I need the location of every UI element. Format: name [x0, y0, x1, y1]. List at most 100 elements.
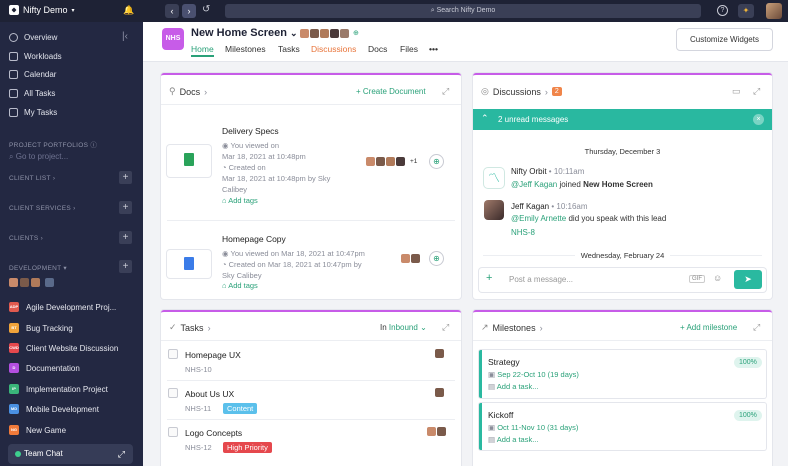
expand-icon[interactable]: ⤢: [753, 86, 760, 97]
add-project-button[interactable]: +: [119, 201, 132, 214]
add-project-button[interactable]: +: [119, 171, 132, 184]
user-avatar[interactable]: [766, 3, 782, 19]
create-document-button[interactable]: + Create Document: [356, 87, 426, 96]
project-mobile-development[interactable]: MD Mobile Development: [9, 404, 99, 414]
avatar: [9, 278, 18, 287]
add-project-button[interactable]: +: [119, 260, 132, 273]
project-documentation[interactable]: D Documentation: [9, 363, 80, 373]
task-checkbox[interactable]: [168, 388, 178, 398]
tab-files[interactable]: Files: [400, 44, 418, 54]
sidebar-item-calendar[interactable]: Calendar: [9, 70, 56, 79]
task-name[interactable]: About Us UX: [185, 389, 234, 399]
add-task-link[interactable]: ▤ Add a task...: [488, 435, 538, 444]
task-filter-dropdown[interactable]: In Inbound ⌄: [380, 323, 427, 332]
more-tabs-icon[interactable]: •••: [429, 44, 438, 54]
collapse-sidebar-icon[interactable]: |‹: [122, 31, 128, 42]
assignee-avatars[interactable]: [427, 427, 447, 436]
avatar: [330, 29, 339, 38]
docs-header[interactable]: ⚲ Docs ›: [169, 86, 207, 97]
mention-link[interactable]: @Jeff Kagan: [511, 180, 557, 189]
sidebar-item-workloads[interactable]: Workloads: [9, 52, 62, 61]
unread-messages-bar[interactable]: ⌃ 2 unread messages ×: [473, 109, 772, 130]
add-user-button[interactable]: ⊕: [429, 251, 444, 266]
sidebar-item-my-tasks[interactable]: My Tasks: [9, 108, 57, 117]
task-name[interactable]: Logo Concepts: [185, 428, 242, 438]
project-agile-development[interactable]: ADP Agile Development Proj...: [9, 302, 116, 312]
history-icon[interactable]: ↺: [202, 4, 210, 15]
task-checkbox[interactable]: [168, 427, 178, 437]
group-development[interactable]: DEVELOPMENT ▾: [9, 264, 67, 272]
add-project-button[interactable]: +: [119, 231, 132, 244]
notifications-badge-icon[interactable]: ✦: [738, 4, 754, 18]
attach-plus-icon[interactable]: +: [486, 272, 492, 284]
group-client-services[interactable]: CLIENT SERVICES ›: [9, 205, 76, 212]
send-button[interactable]: ➤: [734, 270, 762, 289]
team-chat-button[interactable]: Team Chat ⤢: [8, 444, 133, 464]
tab-home[interactable]: Home: [191, 44, 214, 57]
portfolios-heading: PROJECT PORTFOLIOS ⓘ: [9, 142, 98, 149]
task-tag[interactable]: High Priority: [223, 442, 272, 453]
add-tags-link[interactable]: ⌂ Add tags: [222, 196, 258, 205]
list-icon: ▤: [488, 435, 496, 444]
tab-milestones[interactable]: Milestones: [225, 44, 266, 54]
add-user-button[interactable]: ⊕: [429, 154, 444, 169]
milestones-header[interactable]: ↗ Milestones ›: [481, 322, 543, 333]
expand-icon[interactable]: ⤢: [118, 444, 125, 464]
list-icon: [9, 89, 18, 98]
tab-discussions[interactable]: Discussions: [311, 44, 356, 54]
mention-link[interactable]: @Emily Arnette: [511, 214, 566, 223]
video-call-icon[interactable]: ▭: [732, 86, 741, 97]
add-tags-link[interactable]: ⌂ Add tags: [222, 281, 258, 290]
sidebar-item-all-tasks[interactable]: All Tasks: [9, 89, 55, 98]
page-title[interactable]: New Home Screen ⌄: [191, 27, 298, 39]
doc-thumbnail[interactable]: [167, 250, 211, 278]
help-icon[interactable]: ?: [717, 5, 728, 16]
search-input[interactable]: ⌕ Search Nifty Demo: [225, 4, 701, 18]
emoji-icon[interactable]: ☺: [713, 273, 722, 283]
close-icon[interactable]: ×: [753, 114, 764, 125]
assignee-avatar[interactable]: [435, 349, 444, 358]
divider: [161, 104, 461, 105]
task-checkbox[interactable]: [168, 349, 178, 359]
project-client-website-discussion[interactable]: CWD Client Website Discussion: [9, 343, 118, 353]
tab-tasks[interactable]: Tasks: [278, 44, 300, 54]
task-reference-link[interactable]: NHS-8: [511, 228, 535, 237]
assignee-avatar[interactable]: [435, 388, 444, 397]
bell-icon[interactable]: 🔔: [123, 5, 134, 16]
project-implementation[interactable]: IP Implementation Project: [9, 384, 108, 394]
gif-button[interactable]: GIF: [689, 275, 705, 283]
doc-thumbnail[interactable]: [167, 145, 211, 177]
expand-icon[interactable]: ⤢: [442, 322, 449, 333]
doc-title[interactable]: Homepage Copy: [222, 234, 286, 244]
tasks-header[interactable]: ✓ Tasks ›: [169, 322, 211, 333]
chevron-down-icon: ⌄: [420, 323, 427, 332]
task-tag[interactable]: Content: [223, 403, 258, 414]
help-icon[interactable]: ⓘ: [90, 142, 97, 149]
add-milestone-button[interactable]: + Add milestone: [680, 323, 737, 332]
forward-button[interactable]: ›: [182, 4, 196, 18]
milestone-card[interactable]: Strategy ▣ Sep 22-Oct 10 (19 days) ▤ Add…: [479, 350, 766, 398]
discussions-header[interactable]: ◎ Discussions › 2: [481, 86, 562, 97]
workloads-icon: [9, 52, 18, 61]
back-button[interactable]: ‹: [165, 4, 179, 18]
expand-icon[interactable]: ⤢: [753, 322, 760, 333]
message-input[interactable]: Post a message...: [509, 275, 573, 284]
group-client-list[interactable]: CLIENT LIST ›: [9, 175, 55, 182]
doc-title[interactable]: Delivery Specs: [222, 126, 279, 136]
milestone-card[interactable]: Kickoff ▣ Oct 11-Nov 10 (31 days) ▤ Add …: [479, 403, 766, 450]
expand-icon[interactable]: ⤢: [442, 86, 449, 97]
tab-docs[interactable]: Docs: [368, 44, 387, 54]
milestones-widget: ↗ Milestones › + Add milestone ⤢ Strategy …: [473, 310, 772, 466]
go-to-project-input[interactable]: ⌕ Go to project...: [9, 152, 68, 162]
member-avatars[interactable]: ⊕: [300, 29, 359, 38]
add-member-icon[interactable]: ⊕: [353, 29, 359, 38]
task-name[interactable]: Homepage UX: [185, 350, 241, 360]
workspace-switcher[interactable]: Nifty Demo ▾: [9, 5, 75, 15]
avatar: [437, 427, 446, 436]
customize-widgets-button[interactable]: Customize Widgets: [676, 28, 773, 51]
group-clients[interactable]: CLIENTS ›: [9, 235, 43, 242]
sidebar-item-overview[interactable]: Overview: [9, 33, 57, 42]
add-task-link[interactable]: ▤ Add a task...: [488, 382, 538, 391]
project-new-game[interactable]: NG New Game: [9, 425, 66, 435]
project-bug-tracking[interactable]: BT Bug Tracking: [9, 323, 73, 333]
